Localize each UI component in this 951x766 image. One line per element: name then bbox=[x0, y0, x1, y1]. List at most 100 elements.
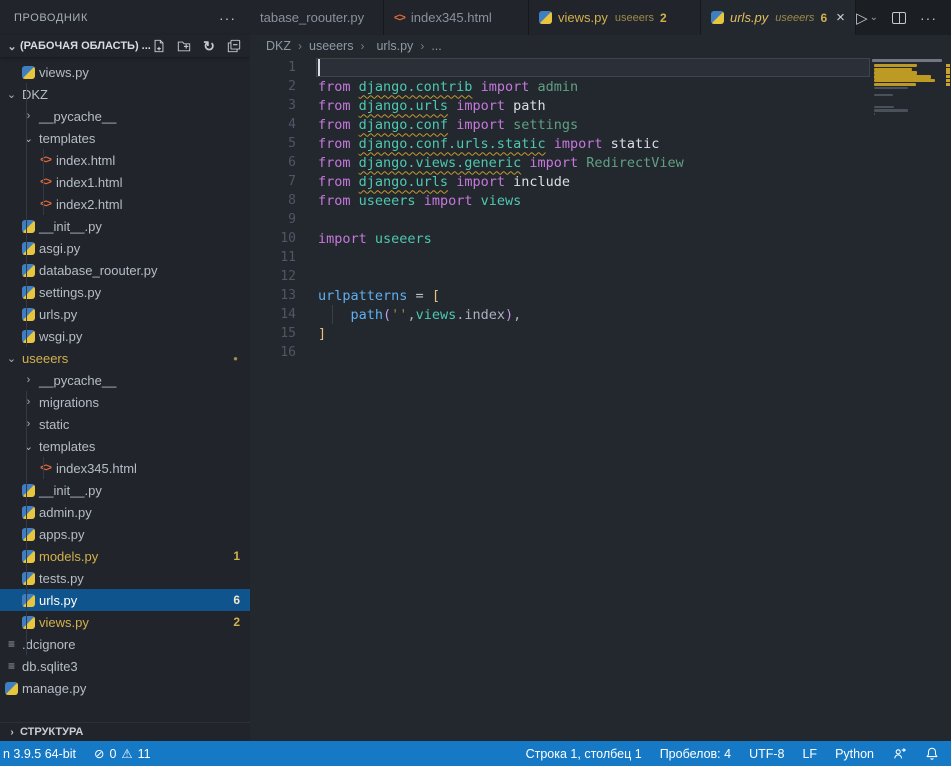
tree-item-apps-py[interactable]: apps.py bbox=[0, 523, 250, 545]
tree-item-settings-py[interactable]: settings.py bbox=[0, 281, 250, 303]
breadcrumb-item-urls-py[interactable]: urls.py bbox=[371, 39, 413, 53]
tree-item-urls-py[interactable]: urls.py6 bbox=[0, 589, 250, 611]
tree-item-label: asgi.py bbox=[39, 241, 80, 256]
language-mode-status[interactable]: Python bbox=[835, 747, 874, 761]
tab-label: urls.py bbox=[730, 10, 768, 25]
minimap-line bbox=[874, 87, 908, 89]
line-number: 11 bbox=[250, 250, 296, 265]
file-icon: ≡ bbox=[8, 637, 15, 651]
editor-more-icon[interactable]: ··· bbox=[920, 10, 937, 26]
eol-status[interactable]: LF bbox=[802, 747, 817, 761]
tree-item--init-py[interactable]: __init__.py bbox=[0, 215, 250, 237]
line-text: from django.conf.urls.static import stat… bbox=[296, 136, 659, 152]
error-icon: ⊘ bbox=[94, 746, 104, 761]
chevron-right-icon: › bbox=[20, 396, 37, 408]
line-number: 1 bbox=[250, 60, 296, 75]
tree-item-views-py[interactable]: views.py bbox=[0, 61, 250, 83]
tree-item-dkz[interactable]: ⌄DKZ bbox=[0, 83, 250, 105]
chevron-right-icon: › bbox=[20, 418, 37, 430]
cursor-position-status[interactable]: Строка 1, столбец 1 bbox=[526, 747, 642, 761]
tree-item-migrations[interactable]: ›migrations bbox=[0, 391, 250, 413]
tree-item--pycache-[interactable]: ›__pycache__ bbox=[0, 105, 250, 127]
workspace-section-header[interactable]: ⌄ (РАБОЧАЯ ОБЛАСТЬ) ... ↻ bbox=[0, 35, 250, 57]
tab-urls-py[interactable]: urls.pyuseeers6× bbox=[701, 0, 856, 35]
tab-list: tabase_roouter.py<>index345.htmlviews.py… bbox=[250, 0, 856, 35]
refresh-icon[interactable]: ↻ bbox=[201, 38, 217, 54]
tree-item-manage-py[interactable]: manage.py bbox=[0, 677, 250, 699]
run-python-file-button[interactable]: ▷ ⌄ bbox=[856, 9, 878, 27]
tab-index345-html[interactable]: <>index345.html bbox=[384, 0, 529, 35]
minimap-line bbox=[874, 83, 916, 86]
tree-item-wsgi-py[interactable]: wsgi.py bbox=[0, 325, 250, 347]
status-left: n 3.9.5 64-bit ⊘ 0 ⚠ 11 bbox=[0, 746, 151, 761]
notifications-bell-icon[interactable] bbox=[925, 746, 939, 761]
tree-item-index2-html[interactable]: <>index2.html bbox=[0, 193, 250, 215]
tree-item--dcignore[interactable]: ≡.dcignore bbox=[0, 633, 250, 655]
vscode-window: ПРОВОДНИК ··· ⌄ (РАБОЧАЯ ОБЛАСТЬ) ... ↻ … bbox=[0, 0, 951, 766]
tree-item-index1-html[interactable]: <>index1.html bbox=[0, 171, 250, 193]
tree-item-label: migrations bbox=[39, 395, 99, 410]
tab-label: index345.html bbox=[411, 10, 492, 25]
tree-item-models-py[interactable]: models.py1 bbox=[0, 545, 250, 567]
tree-item-urls-py[interactable]: urls.py bbox=[0, 303, 250, 325]
python-interpreter-status[interactable]: n 3.9.5 64-bit bbox=[3, 747, 76, 761]
warning-count: 11 bbox=[138, 747, 151, 761]
tree-item--init-py[interactable]: __init__.py bbox=[0, 479, 250, 501]
python-icon bbox=[22, 66, 35, 79]
minimap-line bbox=[874, 64, 917, 67]
tree-item-label: templates bbox=[39, 439, 95, 454]
new-file-icon[interactable] bbox=[151, 38, 167, 54]
outline-section-header[interactable]: › СТРУКТУРА bbox=[0, 722, 250, 741]
tree-item-templates[interactable]: ⌄templates bbox=[0, 435, 250, 457]
python-icon bbox=[22, 330, 35, 343]
collapse-all-icon[interactable] bbox=[226, 38, 242, 54]
chevron-down-icon: ⌄ bbox=[870, 12, 878, 23]
tab-views-py[interactable]: views.pyuseeers2 bbox=[529, 0, 701, 35]
minimap-line bbox=[874, 109, 908, 111]
breadcrumb-item-useeers[interactable]: useeers bbox=[309, 39, 353, 53]
line-number: 4 bbox=[250, 117, 296, 132]
tab-tabase-roouter-py[interactable]: tabase_roouter.py bbox=[250, 0, 384, 35]
code-editor[interactable]: 12from django.contrib import admin3from … bbox=[250, 57, 951, 741]
tree-item--pycache-[interactable]: ›__pycache__ bbox=[0, 369, 250, 391]
status-bar: n 3.9.5 64-bit ⊘ 0 ⚠ 11 Строка 1, столбе… bbox=[0, 741, 951, 766]
code-line-11: 11 bbox=[250, 248, 951, 267]
split-editor-icon[interactable] bbox=[892, 12, 906, 24]
tree-item-templates[interactable]: ⌄templates bbox=[0, 127, 250, 149]
feedback-icon[interactable] bbox=[892, 747, 907, 761]
explorer-more-icon[interactable]: ··· bbox=[219, 10, 236, 26]
indentation-status[interactable]: Пробелов: 4 bbox=[660, 747, 731, 761]
tab-problems-badge: 2 bbox=[660, 11, 667, 25]
line-number: 15 bbox=[250, 326, 296, 341]
tree-item-db-sqlite3[interactable]: ≡db.sqlite3 bbox=[0, 655, 250, 677]
tree-item-index345-html[interactable]: <>index345.html bbox=[0, 457, 250, 479]
editor-area: tabase_roouter.py<>index345.htmlviews.py… bbox=[250, 0, 951, 741]
code-line-4: 4from django.conf import settings bbox=[250, 115, 951, 134]
close-icon[interactable]: × bbox=[836, 10, 845, 25]
tree-item-static[interactable]: ›static bbox=[0, 413, 250, 435]
minimap[interactable] bbox=[872, 57, 945, 741]
tree-item-label: wsgi.py bbox=[39, 329, 82, 344]
tab-bar: tabase_roouter.py<>index345.htmlviews.py… bbox=[250, 0, 951, 35]
line-number: 16 bbox=[250, 345, 296, 360]
tree-item-views-py[interactable]: views.py2 bbox=[0, 611, 250, 633]
new-folder-icon[interactable] bbox=[176, 38, 192, 54]
encoding-status[interactable]: UTF-8 bbox=[749, 747, 784, 761]
tree-item-database-roouter-py[interactable]: database_roouter.py bbox=[0, 259, 250, 281]
tree-item-index-html[interactable]: <>index.html bbox=[0, 149, 250, 171]
overview-ruler bbox=[945, 57, 951, 741]
tree-item-useeers[interactable]: ⌄useeers● bbox=[0, 347, 250, 369]
code-line-16: 16 bbox=[250, 343, 951, 362]
chevron-down-icon: ⌄ bbox=[20, 440, 37, 453]
line-text: from django.urls import include bbox=[296, 174, 570, 190]
tab-problems-badge: 6 bbox=[820, 11, 827, 25]
code-line-6: 6from django.views.generic import Redire… bbox=[250, 153, 951, 172]
tree-item-tests-py[interactable]: tests.py bbox=[0, 567, 250, 589]
ruler-warning-mark bbox=[946, 83, 950, 86]
tree-item-label: index345.html bbox=[56, 461, 137, 476]
tree-item-asgi-py[interactable]: asgi.py bbox=[0, 237, 250, 259]
breadcrumb-item--[interactable]: ... bbox=[431, 39, 441, 53]
problems-status[interactable]: ⊘ 0 ⚠ 11 bbox=[94, 746, 151, 761]
breadcrumb-item-dkz[interactable]: DKZ bbox=[266, 39, 291, 53]
tree-item-admin-py[interactable]: admin.py bbox=[0, 501, 250, 523]
